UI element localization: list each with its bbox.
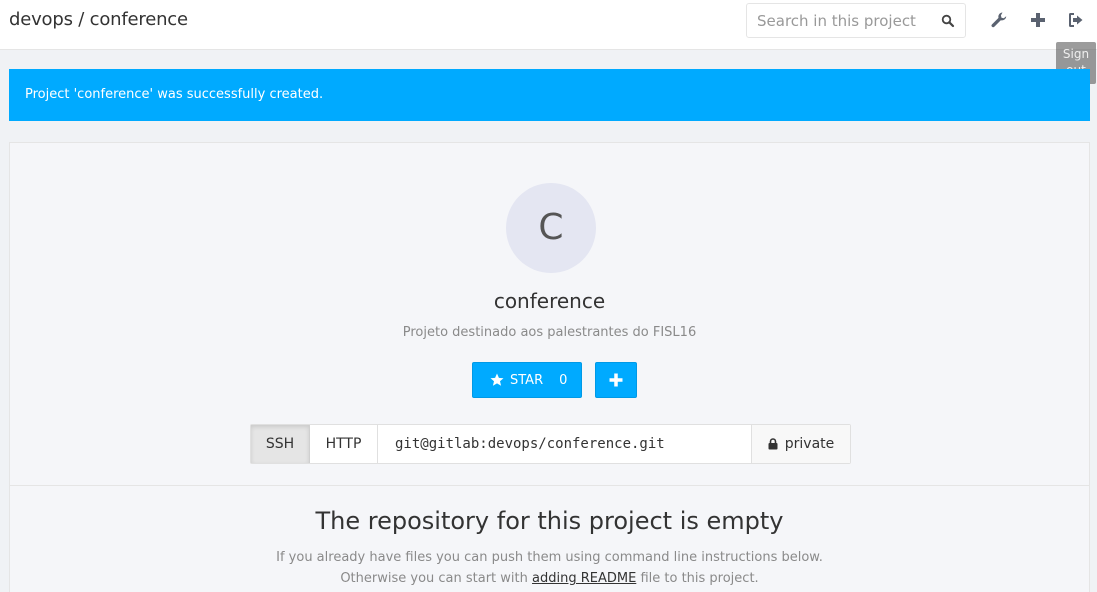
lock-icon	[768, 438, 778, 450]
clone-url-input[interactable]	[379, 425, 751, 463]
search-icon[interactable]	[941, 14, 955, 28]
instructions-line-2-before: Otherwise you can start with	[340, 571, 528, 586]
project-avatar: C	[506, 183, 596, 273]
section-divider	[10, 485, 1089, 486]
project-breadcrumb[interactable]: devops / conference	[9, 9, 188, 30]
sign-out-icon[interactable]	[1065, 9, 1087, 31]
admin-wrench-icon[interactable]	[988, 9, 1010, 31]
search-box[interactable]	[746, 3, 966, 38]
project-panel: C conference Projeto destinado aos pales…	[9, 142, 1090, 592]
project-name: conference	[493, 289, 606, 313]
star-label: STAR	[510, 372, 544, 388]
visibility-indicator: private	[751, 425, 850, 463]
instructions-line-2: Otherwise you can start with adding READ…	[10, 568, 1089, 589]
adding-readme-link[interactable]: adding README	[532, 571, 636, 586]
instructions-line-2-after: file to this project.	[640, 571, 759, 586]
new-project-plus-icon[interactable]	[1027, 9, 1049, 31]
ssh-toggle-button[interactable]: SSH	[251, 425, 310, 463]
top-navbar: devops / conference	[0, 0, 1097, 50]
http-toggle-button[interactable]: HTTP	[310, 425, 378, 463]
flash-notice: Project 'conference' was successfully cr…	[9, 69, 1090, 121]
visibility-label: private	[784, 436, 835, 452]
star-count: 0	[559, 372, 568, 388]
search-input[interactable]	[757, 4, 937, 37]
star-icon	[490, 373, 504, 386]
clone-url-group: SSH HTTP private	[250, 424, 851, 464]
instructions-line-1: If you already have files you can push t…	[276, 550, 823, 565]
project-description: Projeto destinado aos palestrantes do FI…	[402, 325, 697, 340]
add-button[interactable]	[595, 362, 637, 398]
plus-icon	[609, 373, 623, 387]
empty-repo-instructions: If you already have files you can push t…	[10, 547, 1089, 589]
star-button[interactable]: STAR 0	[472, 362, 582, 398]
empty-repo-title: The repository for this project is empty	[315, 507, 784, 535]
